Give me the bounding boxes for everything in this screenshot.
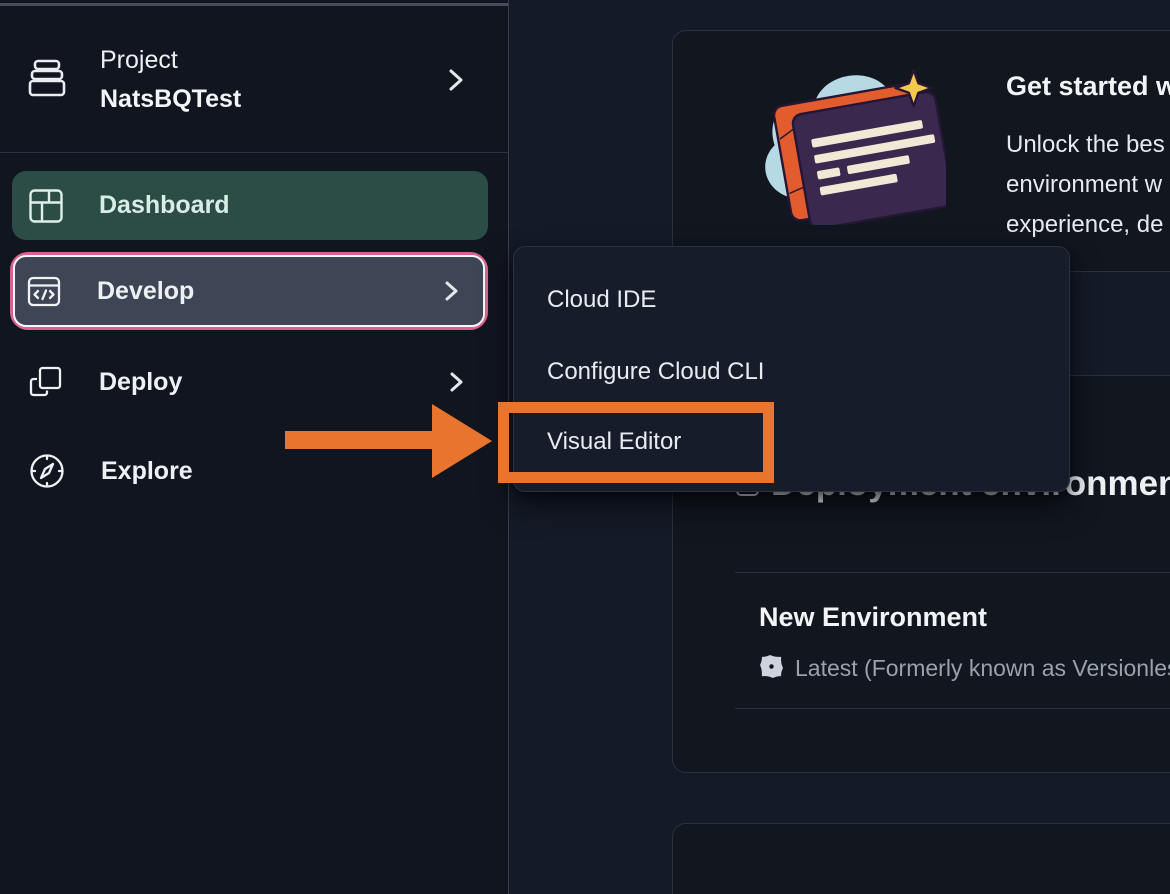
environment-row-title[interactable]: New Environment [759,602,987,633]
develop-code-window-icon [25,272,63,310]
annotation-arrow-head [432,404,492,478]
menu-item-configure-cloud-cli[interactable]: Configure Cloud CLI [547,358,764,394]
get-started-card: Get started w Unlock the bes environment… [672,30,1170,272]
sidebar-item-label: Deploy [99,368,182,397]
get-started-title: Get started w [1006,71,1170,102]
get-started-text-line: environment w [1006,171,1162,199]
sidebar-item-label: Explore [101,457,193,486]
deploy-squares-icon [27,363,65,401]
menu-item-cloud-ide[interactable]: Cloud IDE [547,286,656,322]
row-divider [735,708,1170,709]
chevron-right-icon [444,280,459,302]
get-started-text-line: Unlock the bes [1006,131,1165,159]
get-started-text-line: experience, de [1006,211,1163,239]
annotation-highlight-box [498,402,774,483]
project-stack-icon [26,56,68,100]
sidebar-item-explore[interactable]: Explore [12,440,488,502]
chevron-right-icon [449,371,464,393]
environment-row-subtitle: Latest (Formerly known as Versionless [795,655,1170,682]
sidebar-divider [0,152,508,153]
app-window: Get started w Unlock the bes environment… [0,0,1170,894]
project-selector[interactable]: Project NatsBQTest [0,36,508,148]
annotation-arrow [285,431,437,449]
get-started-illustration [746,53,946,225]
dbt-logo-icon [756,651,787,682]
sidebar-top-rule [0,3,508,6]
sidebar-item-develop[interactable]: Develop [10,252,488,330]
explore-compass-icon [27,451,67,491]
sidebar-item-label: Dashboard [99,191,230,220]
bottom-card [672,823,1170,894]
sidebar-item-label: Develop [97,277,194,306]
project-label: Project [100,46,178,75]
project-name: NatsBQTest [100,85,241,114]
dashboard-icon [27,187,65,225]
chevron-right-icon [448,68,464,92]
row-divider [735,572,1170,573]
sidebar-item-deploy[interactable]: Deploy [12,351,488,413]
sidebar-item-dashboard[interactable]: Dashboard [12,171,488,240]
